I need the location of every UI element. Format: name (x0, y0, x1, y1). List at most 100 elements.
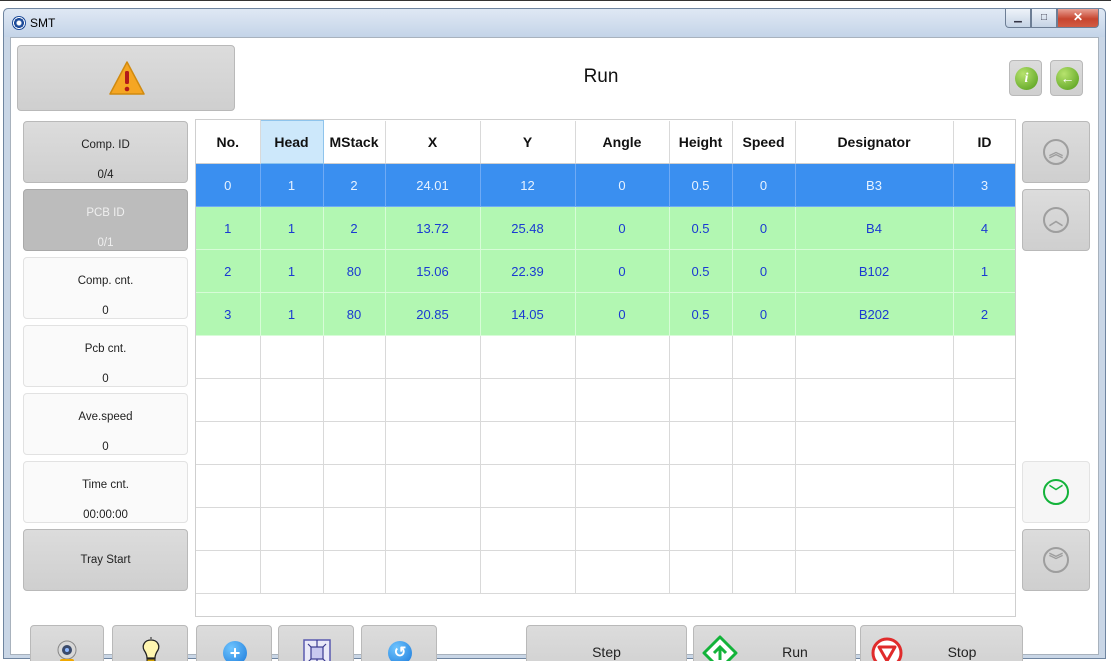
column-header[interactable]: ID (953, 120, 1015, 164)
table-cell[interactable] (953, 335, 1015, 379)
table-cell[interactable] (260, 464, 324, 508)
table-cell[interactable]: 0 (732, 163, 796, 207)
table-cell[interactable] (669, 421, 733, 465)
table-cell[interactable]: 3 (953, 163, 1015, 207)
table-cell[interactable]: 80 (323, 249, 386, 293)
table-cell[interactable] (575, 378, 670, 422)
table-cell[interactable]: B102 (795, 249, 954, 293)
table-cell[interactable]: 14.05 (480, 292, 576, 336)
table-cell[interactable]: 2 (196, 249, 261, 293)
table-cell[interactable] (795, 378, 954, 422)
table-cell[interactable]: 12 (480, 163, 576, 207)
table-cell[interactable]: 2 (953, 292, 1015, 336)
table-cell[interactable]: 0 (575, 249, 670, 293)
close-button[interactable]: ✕ (1057, 9, 1099, 28)
table-cell[interactable]: B4 (795, 206, 954, 250)
table-cell[interactable]: 0 (732, 249, 796, 293)
table-cell[interactable]: 1 (260, 249, 324, 293)
table-cell[interactable]: 0.5 (669, 292, 733, 336)
placement-table[interactable]: No. Head MStack X Y Angle Height Speed Designato… (195, 119, 1016, 617)
table-cell[interactable] (480, 507, 576, 551)
table-cell[interactable] (196, 507, 261, 551)
stop-button[interactable]: Stop (860, 625, 1023, 661)
empty-table-row[interactable] (196, 507, 1015, 551)
column-header[interactable]: MStack (323, 120, 386, 164)
scroll-down-button[interactable]: ﹀ (1022, 461, 1090, 523)
tray-start-button[interactable]: Tray Start (23, 529, 188, 591)
pcb-id-button[interactable]: PCB ID 0/1 (23, 189, 188, 251)
table-row[interactable]: 1 1 2 13.72 25.48 0 0.5 0 B4 4 (196, 206, 1015, 250)
table-cell[interactable] (953, 550, 1015, 594)
table-cell[interactable] (669, 550, 733, 594)
table-cell[interactable] (260, 421, 324, 465)
column-header[interactable]: X (385, 120, 481, 164)
step-button[interactable]: Step (526, 625, 687, 661)
column-header[interactable]: No. (196, 120, 261, 164)
column-header[interactable]: Y (480, 120, 576, 164)
table-cell[interactable]: 2 (323, 163, 386, 207)
table-cell[interactable] (260, 335, 324, 379)
table-cell[interactable]: B202 (795, 292, 954, 336)
back-button[interactable]: ← (1050, 60, 1083, 96)
table-cell[interactable] (575, 421, 670, 465)
table-cell[interactable]: 0.5 (669, 206, 733, 250)
table-cell[interactable] (953, 464, 1015, 508)
table-cell[interactable] (480, 550, 576, 594)
light-button[interactable] (112, 625, 188, 661)
table-cell[interactable] (732, 335, 796, 379)
maximize-button[interactable]: □ (1031, 9, 1057, 28)
run-button[interactable]: Run (693, 625, 856, 661)
scroll-top-button[interactable]: ︽ (1022, 121, 1090, 183)
table-cell[interactable] (575, 335, 670, 379)
pcb-button[interactable] (278, 625, 354, 661)
column-header[interactable]: Designator (795, 120, 954, 164)
table-cell[interactable] (385, 421, 481, 465)
table-cell[interactable]: 0 (196, 163, 261, 207)
empty-table-row[interactable] (196, 335, 1015, 379)
undo-button[interactable]: ↺ (361, 625, 437, 661)
column-header[interactable]: Head (259, 120, 324, 164)
column-header[interactable]: Height (669, 120, 733, 164)
table-cell[interactable] (480, 378, 576, 422)
table-cell[interactable]: 4 (953, 206, 1015, 250)
table-cell[interactable] (323, 378, 386, 422)
table-cell[interactable]: 1 (953, 249, 1015, 293)
table-cell[interactable]: 1 (196, 206, 261, 250)
table-cell[interactable]: 25.48 (480, 206, 576, 250)
table-cell[interactable] (480, 421, 576, 465)
empty-table-row[interactable] (196, 421, 1015, 465)
table-cell[interactable] (480, 464, 576, 508)
table-cell[interactable] (795, 421, 954, 465)
table-cell[interactable] (196, 378, 261, 422)
table-row[interactable]: 2 1 80 15.06 22.39 0 0.5 0 B102 1 (196, 249, 1015, 293)
table-row[interactable]: 3 1 80 20.85 14.05 0 0.5 0 B202 2 (196, 292, 1015, 336)
table-cell[interactable]: 0 (575, 206, 670, 250)
comp-id-button[interactable]: Comp. ID 0/4 (23, 121, 188, 183)
table-cell[interactable] (953, 378, 1015, 422)
table-cell[interactable] (323, 507, 386, 551)
table-cell[interactable] (732, 378, 796, 422)
table-cell[interactable]: 0 (732, 292, 796, 336)
info-button[interactable]: i (1009, 60, 1042, 96)
table-cell[interactable]: 0 (575, 292, 670, 336)
table-cell[interactable] (260, 507, 324, 551)
table-cell[interactable]: 0.5 (669, 163, 733, 207)
table-cell[interactable] (260, 550, 324, 594)
table-cell[interactable] (732, 464, 796, 508)
table-cell[interactable] (669, 507, 733, 551)
table-cell[interactable] (795, 507, 954, 551)
table-cell[interactable] (669, 464, 733, 508)
scroll-up-button[interactable]: ︿ (1022, 189, 1090, 251)
table-cell[interactable]: 22.39 (480, 249, 576, 293)
table-cell[interactable] (953, 421, 1015, 465)
table-cell[interactable]: 0 (732, 206, 796, 250)
table-cell[interactable]: 0.5 (669, 249, 733, 293)
table-cell[interactable]: 80 (323, 292, 386, 336)
table-cell[interactable]: 0 (575, 163, 670, 207)
column-header[interactable]: Speed (732, 120, 796, 164)
table-cell[interactable]: 3 (196, 292, 261, 336)
table-cell[interactable]: 13.72 (385, 206, 481, 250)
minimize-button[interactable]: ▁ (1005, 9, 1031, 28)
table-cell[interactable] (385, 335, 481, 379)
table-cell[interactable]: 24.01 (385, 163, 481, 207)
